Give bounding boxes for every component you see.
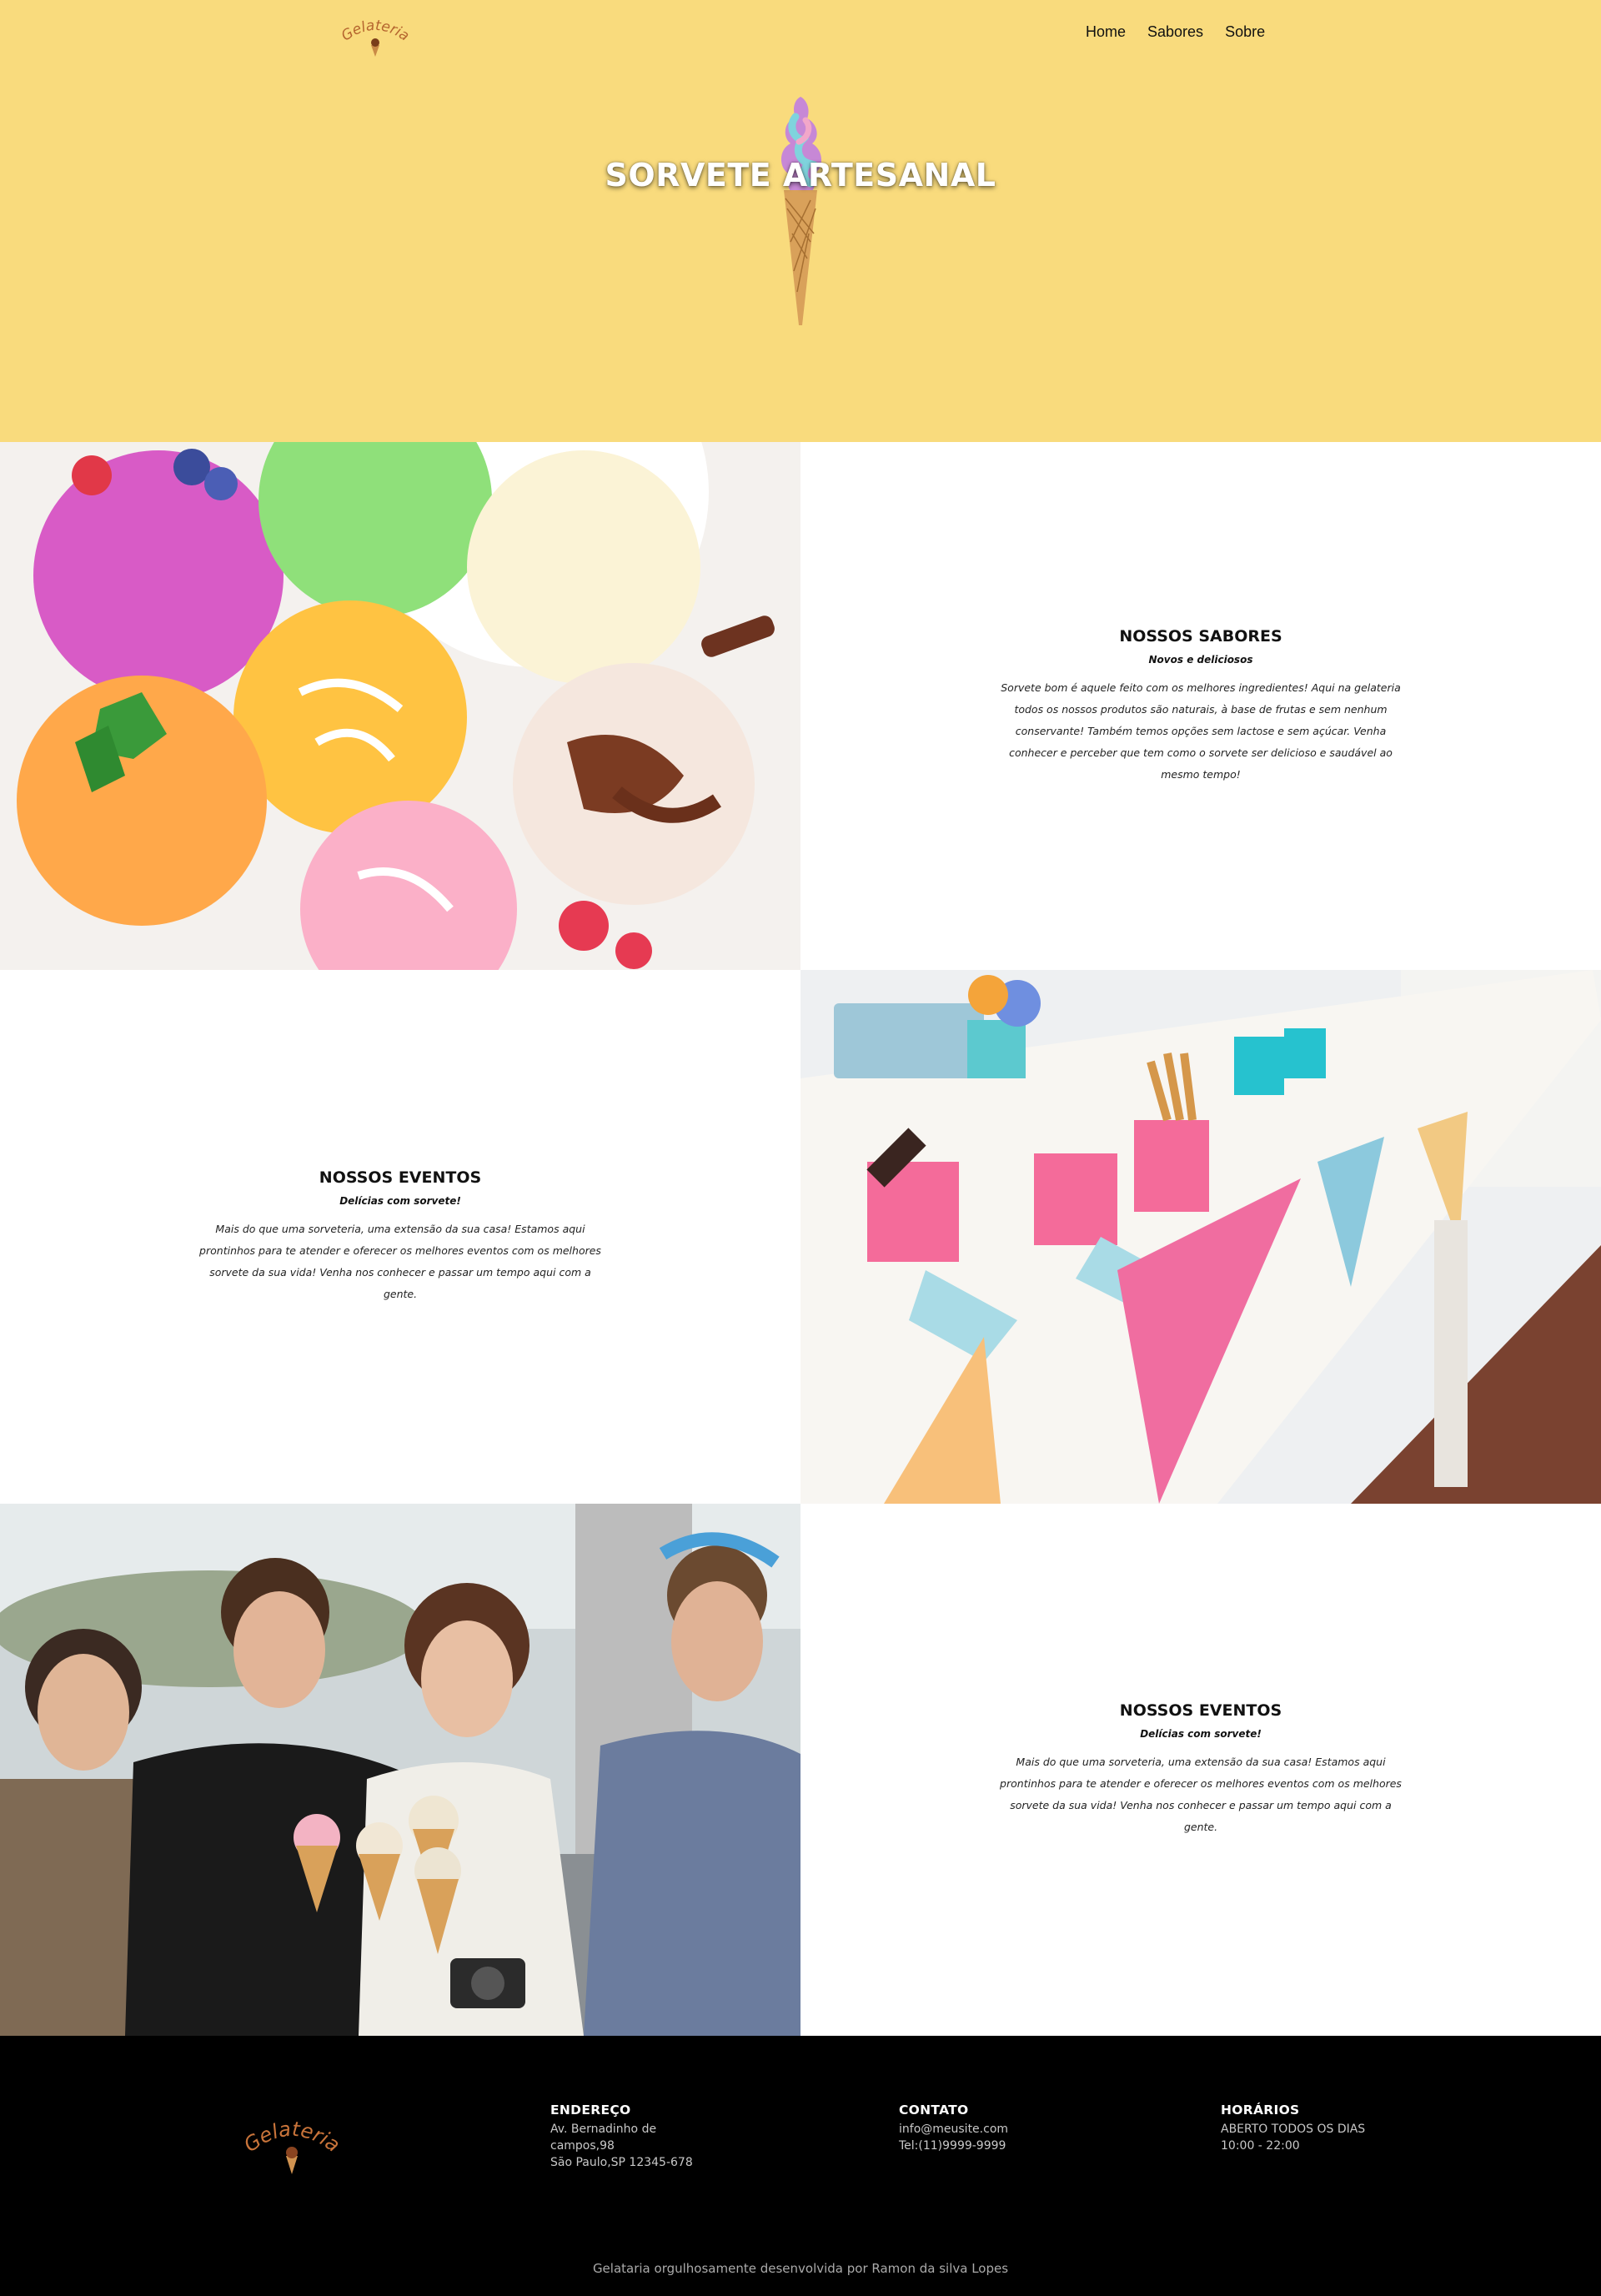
- main-nav: Home Sabores Sobre: [1086, 23, 1265, 41]
- nav-home[interactable]: Home: [1086, 23, 1126, 41]
- section-text: Mais do que uma sorveteria, uma extensão…: [199, 1223, 601, 1300]
- footer-credit: Gelataria orgulhosamente desenvolvida po…: [592, 2261, 1009, 2276]
- section-text: Sorvete bom é aquele feito com os melhor…: [1001, 681, 1401, 781]
- flavors-section: NOSSOS SABORES Novos e deliciosos Sorvet…: [0, 442, 1601, 970]
- section-subtitle: Delícias com sorvete!: [1140, 1728, 1262, 1740]
- nav-sabores[interactable]: Sabores: [1147, 23, 1203, 41]
- hero-section: Gelateria Home Sabores Sobre SORVETE ART…: [0, 0, 1601, 442]
- contact-title: CONTATO: [899, 2103, 969, 2118]
- footer: Gelateria ENDEREÇO Av. Bernadinho de cam…: [0, 2036, 1601, 2296]
- hours-line: ABERTO TODOS OS DIAS: [1221, 2123, 1366, 2136]
- events-section-2: NOSSOS EVENTOS Delícias com sorvete! Mai…: [0, 1504, 1601, 2036]
- hero-title: SORVETE ARTESANAL: [605, 157, 996, 193]
- contact-phone[interactable]: Tel:(11)9999-9999: [899, 2138, 1008, 2154]
- ice-cream-scoops-photo: [0, 442, 800, 970]
- section-subtitle: Delícias com sorvete!: [339, 1195, 461, 1207]
- logo[interactable]: Gelateria: [338, 15, 413, 58]
- address-line: São Paulo,SP 12345-678: [550, 2156, 693, 2169]
- footer-hours: HORÁRIOS ABERTO TODOS OS DIAS 10:00 - 22…: [1221, 2103, 1365, 2154]
- events-text: NOSSOS EVENTOS Delícias com sorvete! Mai…: [0, 970, 800, 1504]
- contact-email[interactable]: info@meusite.com: [899, 2121, 1008, 2138]
- address-line: Av. Bernadinho de: [550, 2123, 657, 2136]
- nav-sobre[interactable]: Sobre: [1225, 23, 1265, 41]
- footer-contact: CONTATO info@meusite.com Tel:(11)9999-99…: [899, 2103, 1008, 2154]
- events-section: NOSSOS EVENTOS Delícias com sorvete! Mai…: [0, 970, 1601, 1504]
- events-text-2: NOSSOS EVENTOS Delícias com sorvete! Mai…: [800, 1504, 1601, 2036]
- hours-line: 10:00 - 22:00: [1221, 2139, 1300, 2153]
- section-subtitle: Novos e deliciosos: [1148, 653, 1253, 666]
- section-title: NOSSOS EVENTOS: [319, 1168, 482, 1187]
- section-title: NOSSOS SABORES: [1119, 626, 1282, 646]
- footer-logo[interactable]: Gelateria: [242, 2109, 342, 2176]
- address-title: ENDEREÇO: [550, 2103, 631, 2118]
- party-table-photo: [800, 970, 1601, 1504]
- ice-cream-cone-image: [780, 97, 822, 325]
- flavors-text: NOSSOS SABORES Novos e deliciosos Sorvet…: [800, 442, 1601, 970]
- friends-with-ice-cream-photo: [0, 1504, 800, 2036]
- section-title: NOSSOS EVENTOS: [1119, 1701, 1282, 1720]
- section-text: Mais do que uma sorveteria, uma extensão…: [1000, 1756, 1402, 1833]
- address-line: campos,98: [550, 2139, 615, 2153]
- hours-title: HORÁRIOS: [1221, 2103, 1300, 2118]
- footer-address: ENDEREÇO Av. Bernadinho de campos,98 São…: [550, 2103, 693, 2171]
